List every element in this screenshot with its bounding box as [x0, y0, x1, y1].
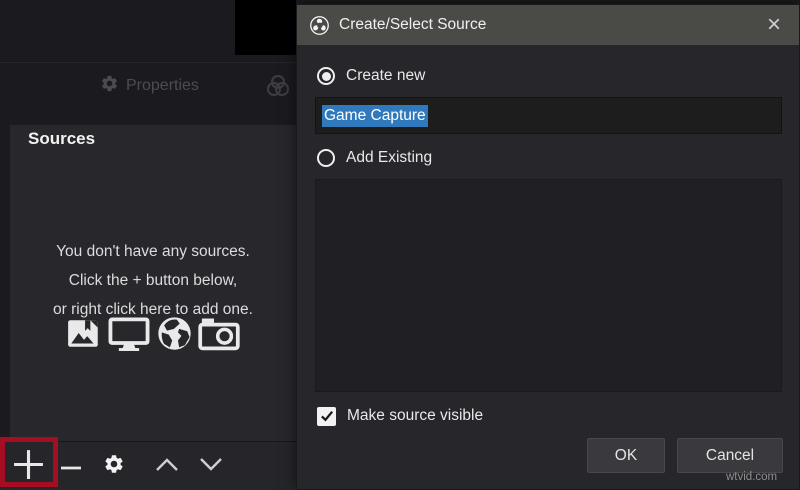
- display-source-icon: [107, 316, 151, 352]
- radio-selected-icon: [317, 67, 335, 85]
- remove-source-button[interactable]: [58, 442, 84, 490]
- make-source-visible-option[interactable]: Make source visible: [317, 403, 483, 429]
- filters-icon: [264, 72, 294, 100]
- sources-empty-message: You don't have any sources. Click the + …: [10, 237, 296, 324]
- ok-button[interactable]: OK: [587, 438, 665, 473]
- source-properties-button[interactable]: [101, 442, 127, 490]
- radio-dot: [322, 72, 331, 81]
- make-source-visible-label: Make source visible: [347, 407, 483, 425]
- highlight-annotation-box: [0, 437, 58, 487]
- move-source-up-button[interactable]: [152, 442, 182, 490]
- add-existing-option[interactable]: Add Existing: [317, 145, 432, 171]
- preview-black-region: [235, 0, 296, 55]
- toolbar-divider: [0, 62, 296, 63]
- watermark: wtvid.com: [726, 471, 777, 483]
- dialog-titlebar[interactable]: Create/Select Source ×: [297, 5, 799, 45]
- empty-message-line: You don't have any sources.: [10, 237, 296, 266]
- dialog-title: Create/Select Source: [339, 16, 486, 34]
- cancel-button[interactable]: Cancel: [677, 438, 783, 473]
- camera-source-icon: [198, 316, 240, 352]
- obs-screen: Properties Sources You don't have any so…: [0, 0, 800, 490]
- image-source-icon: [66, 317, 102, 351]
- properties-button-label: Properties: [126, 77, 199, 95]
- gear-icon: [100, 74, 119, 98]
- properties-button[interactable]: Properties: [100, 68, 199, 104]
- empty-message-line: Click the + button below,: [10, 266, 296, 295]
- source-type-icons: [10, 315, 296, 352]
- down-chevron-icon: [199, 458, 223, 476]
- source-name-selected-text: Game Capture: [322, 105, 428, 127]
- create-new-option[interactable]: Create new: [317, 63, 425, 89]
- add-existing-label: Add Existing: [346, 149, 432, 167]
- globe-source-icon: [156, 315, 193, 352]
- close-icon[interactable]: ×: [759, 5, 789, 45]
- source-name-input[interactable]: Game Capture: [315, 97, 782, 134]
- move-source-down-button[interactable]: [196, 442, 226, 490]
- create-new-label: Create new: [346, 67, 425, 85]
- sources-panel: Sources You don't have any sources. Clic…: [10, 125, 296, 441]
- sources-panel-title: Sources: [28, 129, 95, 149]
- obs-logo-icon: [309, 15, 330, 36]
- radio-unselected-icon: [317, 149, 335, 167]
- existing-sources-list[interactable]: [315, 179, 782, 392]
- up-chevron-icon: [155, 458, 179, 476]
- minus-icon: [60, 458, 82, 476]
- create-select-source-dialog: Create/Select Source × Create new Game C…: [296, 4, 800, 490]
- gear-icon: [103, 453, 125, 480]
- checkbox-checked-icon: [317, 407, 336, 426]
